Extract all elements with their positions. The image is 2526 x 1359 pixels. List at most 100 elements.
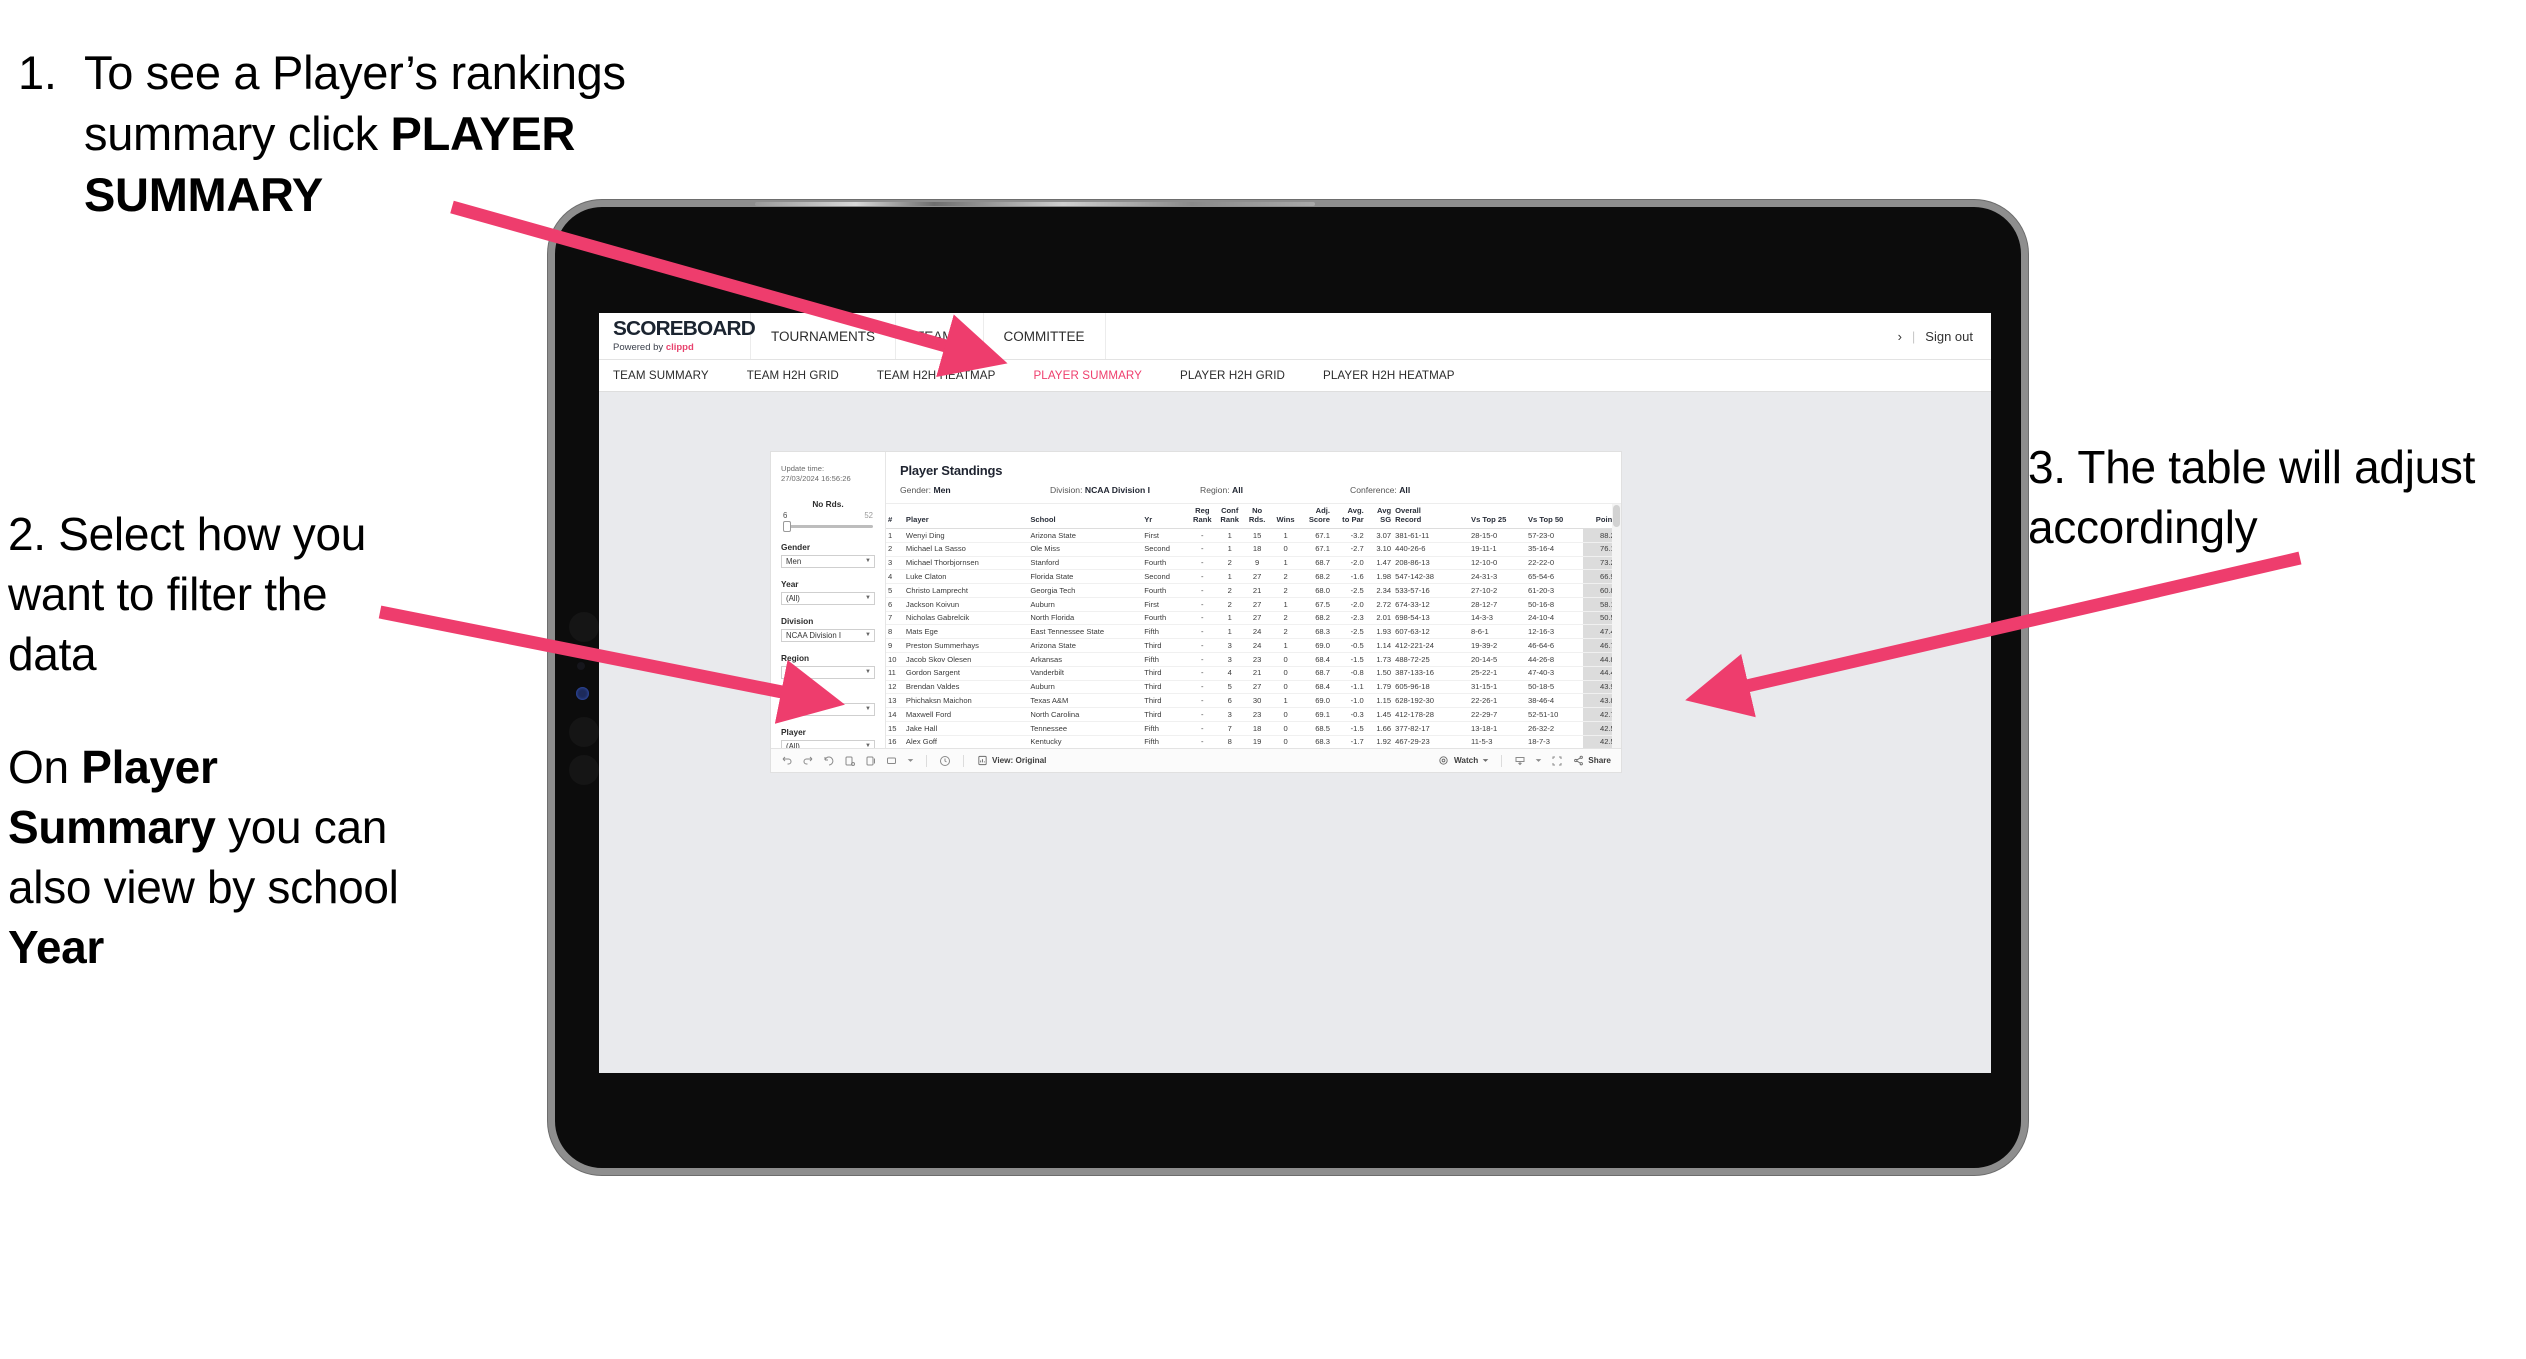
column-header-no-rds[interactable]: No Rds. <box>1243 504 1271 529</box>
meta-region: Region: All <box>1200 485 1350 495</box>
table-row[interactable]: 1 Wenyi Ding Arizona State First -1 15 1 67.1 -3… <box>886 528 1621 543</box>
table-cell-conf-rank: 7 <box>1216 721 1244 736</box>
column-header-avg-to-par[interactable]: Avg. to Par <box>1331 504 1366 529</box>
table-cell-school: Georgia Tech <box>1028 583 1143 598</box>
viz-main: Player Standings Gender: Men Division: N… <box>886 452 1621 748</box>
clock-icon[interactable] <box>939 755 951 767</box>
column-header-vs-top-25[interactable]: Vs Top 25 <box>1469 504 1526 529</box>
slider-handle[interactable] <box>783 520 791 532</box>
tab-player-h2h-heatmap[interactable]: PLAYER H2H HEATMAP <box>1304 369 1474 382</box>
table-cell-avg-to-par: -0.8 <box>1331 666 1366 681</box>
table-header-row: # Player School Yr Reg Rank Conf Rank No Rds. Wins… <box>886 504 1621 529</box>
table-row[interactable]: 12 Brendan Valdes Auburn Third -5 27 0 68.4 -1.1… <box>886 680 1621 695</box>
table-row[interactable]: 11 Gordon Sargent Vanderbilt Third -4 21 0 68.7… <box>886 666 1621 681</box>
table-row[interactable]: 2 Michael La Sasso Ole Miss Second -1 18 0 67.1… <box>886 542 1621 557</box>
table-cell-wins: 1 <box>1270 638 1301 654</box>
column-header-wins[interactable]: Wins <box>1270 504 1301 529</box>
table-cell-wins: 2 <box>1270 624 1301 640</box>
column-header-[interactable]: # <box>886 504 904 529</box>
column-header-overall-record[interactable]: Overall Record <box>1393 504 1470 529</box>
fullscreen-icon[interactable] <box>1551 755 1563 767</box>
table-row[interactable]: 7 Nicholas Gabrelcik North Florida Fourth -1… <box>886 611 1621 626</box>
table-vertical-scrollbar[interactable] <box>1612 504 1621 748</box>
highlight-icon[interactable] <box>886 755 898 767</box>
table-cell-school: Stanford <box>1028 556 1143 571</box>
watch-button[interactable]: Watch <box>1438 755 1489 767</box>
table-row[interactable]: 4 Luke Claton Florida State Second -1 27 2 68.2… <box>886 569 1621 585</box>
share-icon <box>1572 755 1584 767</box>
tab-team-h2h-heatmap[interactable]: TEAM H2H HEATMAP <box>858 369 1015 382</box>
tab-player-h2h-grid[interactable]: PLAYER H2H GRID <box>1161 369 1304 382</box>
standings-table: # Player School Yr Reg Rank Conf Rank No Rds. Wins… <box>886 504 1621 748</box>
column-header-conf-rank[interactable]: Conf Rank <box>1216 504 1244 529</box>
download-icon[interactable] <box>1514 755 1526 767</box>
view-original-button[interactable]: View: Original <box>976 755 1046 767</box>
nav-item-tournaments[interactable]: TOURNAMENTS <box>751 313 897 359</box>
chevron-down-icon: ▼ <box>865 706 871 712</box>
column-header-yr[interactable]: Yr <box>1142 504 1189 529</box>
column-header-player[interactable]: Player <box>903 504 1029 529</box>
column-header-avg-sg[interactable]: Avg SG <box>1365 504 1394 529</box>
tab-team-h2h-grid[interactable]: TEAM H2H GRID <box>728 369 858 382</box>
filter-conference-select[interactable]: (All) ▼ <box>781 702 875 716</box>
account-chevron-icon[interactable]: › <box>1898 329 1902 344</box>
refresh-icon[interactable] <box>844 755 856 767</box>
brand-logo[interactable]: SCOREBOARD Powered by clippd <box>599 313 756 359</box>
table-cell-overall-record: 377-82-17 <box>1393 721 1470 736</box>
table-row[interactable]: 16 Alex Goff Kentucky Fifth -8 19 0 68.3 -1.7 1.9… <box>886 735 1621 748</box>
table-row[interactable]: 14 Maxwell Ford North Carolina Third -3 23 0 69… <box>886 707 1621 722</box>
table-cell-vs-top-25: 19-39-2 <box>1469 638 1526 654</box>
nav-item-teams[interactable]: TEAMS <box>896 313 984 359</box>
table-cell-yr: Third <box>1142 707 1189 722</box>
table-row[interactable]: 5 Christo Lamprecht Georgia Tech Fourth -2 21… <box>886 583 1621 598</box>
column-header-reg-rank[interactable]: Reg Rank <box>1188 504 1217 529</box>
table-cell-school: Florida State <box>1028 569 1143 585</box>
table-row[interactable]: 15 Jake Hall Tennessee Fifth -7 18 0 68.5 -1.5 1.… <box>886 721 1621 736</box>
table-cell-adj-score: 69.0 <box>1300 693 1332 709</box>
table-cell-: 16 <box>886 735 904 748</box>
table-row[interactable]: 13 Phichaksn Maichon Texas A&M Third -6 30 1 69… <box>886 693 1621 709</box>
chevron-down-icon[interactable] <box>1535 755 1542 767</box>
column-header-adj-score[interactable]: Adj. Score <box>1300 504 1332 529</box>
redo-icon[interactable] <box>802 755 814 767</box>
tab-team-summary[interactable]: TEAM SUMMARY <box>613 369 728 382</box>
column-header-vs-top-50[interactable]: Vs Top 50 <box>1525 504 1583 529</box>
filter-year-select[interactable]: (All) ▼ <box>781 591 875 605</box>
filter-gender-select[interactable]: Men ▼ <box>781 554 875 568</box>
filter-no-rounds-slider[interactable] <box>781 520 875 532</box>
table-cell-reg-rank: - <box>1188 569 1217 585</box>
share-button[interactable]: Share <box>1572 755 1611 767</box>
table-cell-adj-score: 67.1 <box>1300 528 1332 543</box>
table-cell-school: Auburn <box>1028 597 1143 612</box>
pause-icon[interactable] <box>865 755 877 767</box>
nav-item-committee[interactable]: COMMITTEE <box>984 313 1106 359</box>
watch-label: Watch <box>1453 756 1479 765</box>
table-row[interactable]: 8 Mats Ege East Tennessee State Fifth -1 24 2 6… <box>886 624 1621 640</box>
tablet-side-speaker-top <box>569 612 599 642</box>
chevron-down-icon[interactable] <box>907 755 914 767</box>
sign-out-link[interactable]: Sign out <box>1925 329 1973 344</box>
table-row[interactable]: 6 Jackson Koivun Auburn First -2 27 1 67.5 -2.0 2… <box>886 597 1621 612</box>
table-row[interactable]: 9 Preston Summerhays Arizona State Third -3 2… <box>886 638 1621 654</box>
scrollbar-thumb[interactable] <box>1613 505 1620 527</box>
column-header-school[interactable]: School <box>1028 504 1143 529</box>
table-row[interactable]: 10 Jacob Skov Olesen Arkansas Fifth -3 23 0 68.… <box>886 652 1621 667</box>
table-cell-no-rds: 23 <box>1243 707 1271 722</box>
table-cell-: 15 <box>886 721 904 736</box>
table-cell-avg-sg: 2.34 <box>1365 583 1394 598</box>
table-cell-school: Vanderbilt <box>1028 666 1143 681</box>
undo-icon[interactable] <box>781 755 793 767</box>
filter-region-select[interactable]: N/A ▼ <box>781 665 875 679</box>
update-time-label: Update time: <box>781 464 825 473</box>
table-cell-avg-to-par: -1.1 <box>1331 680 1366 695</box>
table-cell-no-rds: 23 <box>1243 652 1271 667</box>
table-cell-no-rds: 9 <box>1243 556 1271 571</box>
tab-player-summary[interactable]: PLAYER SUMMARY <box>1014 369 1161 382</box>
table-cell-no-rds: 24 <box>1243 638 1271 654</box>
revert-icon[interactable] <box>823 755 835 767</box>
table-cell-reg-rank: - <box>1188 528 1217 543</box>
table-cell-school: Kentucky <box>1028 735 1143 748</box>
table-cell-avg-to-par: -0.3 <box>1331 707 1366 722</box>
table-row[interactable]: 3 Michael Thorbjornsen Stanford Fourth -2 9 1 6… <box>886 556 1621 571</box>
filter-division-select[interactable]: NCAA Division I ▼ <box>781 628 875 642</box>
